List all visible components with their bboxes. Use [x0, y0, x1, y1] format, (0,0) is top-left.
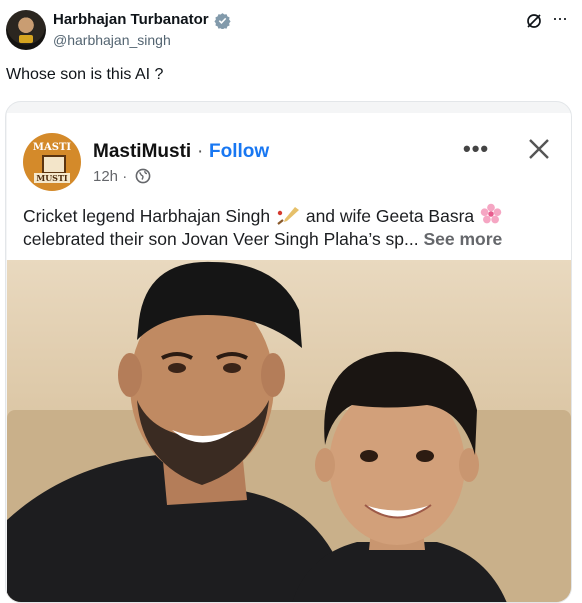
tv-icon: [42, 155, 66, 174]
post-text: Cricket legend Harbhajan Singh and wife …: [23, 203, 563, 251]
more-options-icon[interactable]: ···: [552, 8, 568, 29]
follow-button[interactable]: Follow: [209, 141, 269, 163]
photo-illustration: [7, 261, 507, 602]
logo-bottom-text: MUSTI: [34, 173, 70, 183]
display-name[interactable]: Harbhajan Turbanator: [53, 11, 209, 28]
tweet-text: Whose son is this AI ?: [6, 66, 164, 83]
tweet-header: Harbhajan Turbanator @harbhajan_singh ··…: [0, 0, 582, 60]
facebook-post-card: MASTI MUSTI MastiMusti · Follow 12h · ••…: [7, 113, 571, 602]
post-text-line1-a: Cricket legend Harbhajan Singh: [23, 206, 271, 226]
page-name[interactable]: MastiMusti: [93, 141, 191, 163]
close-icon[interactable]: [527, 137, 551, 161]
post-text-line2: celebrated their son Jovan Veer Singh Pl…: [23, 229, 419, 249]
avatar[interactable]: [6, 10, 46, 50]
logo-top-text: MASTI: [32, 142, 72, 153]
globe-icon: [135, 168, 151, 184]
verified-badge-icon: [214, 13, 231, 29]
see-more-link[interactable]: See more: [424, 229, 503, 249]
post-photo[interactable]: [7, 260, 571, 602]
post-options-icon[interactable]: •••: [463, 136, 489, 162]
page-logo[interactable]: MASTI MUSTI: [23, 133, 81, 191]
embedded-image[interactable]: MASTI MUSTI MastiMusti · Follow 12h · ••…: [5, 101, 572, 603]
grok-icon[interactable]: [525, 12, 543, 30]
handle[interactable]: @harbhajan_singh: [53, 32, 171, 48]
cricket-bat-icon: [277, 207, 299, 225]
separator: ·: [197, 141, 204, 162]
cherry-blossom-icon: [480, 203, 502, 224]
post-text-line1-b: and wife Geeta Basra: [305, 206, 475, 226]
post-time[interactable]: 12h ·: [93, 168, 127, 185]
